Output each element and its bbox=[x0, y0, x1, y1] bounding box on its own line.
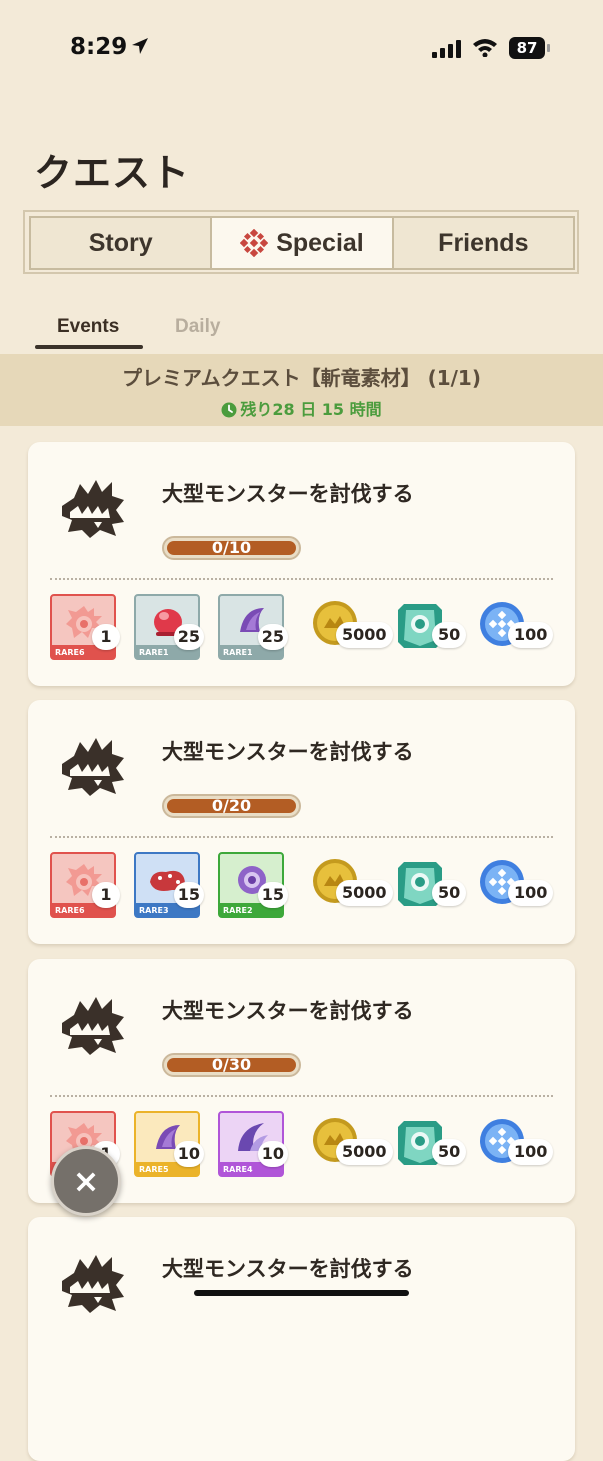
reward-count: 25 bbox=[257, 624, 288, 650]
rarity-label: RARE5 bbox=[139, 1165, 169, 1174]
quest-title: 大型モンスターを討伐する bbox=[162, 482, 414, 506]
reward-count: 1 bbox=[92, 882, 120, 908]
quest-progress-text: 0/10 bbox=[211, 538, 252, 557]
sub-tabs: Events Daily bbox=[0, 312, 603, 352]
resource-count: 50 bbox=[432, 622, 467, 648]
close-button[interactable]: × bbox=[51, 1146, 121, 1216]
subtab-daily[interactable]: Daily bbox=[175, 316, 220, 338]
cellular-signal-icon bbox=[432, 40, 461, 58]
wifi-icon bbox=[473, 39, 497, 57]
tab-story-label: Story bbox=[88, 228, 153, 257]
quest-progress-bar: 0/10 bbox=[162, 536, 301, 560]
tab-story[interactable]: Story bbox=[31, 218, 213, 268]
rarity-label: RARE1 bbox=[139, 648, 169, 657]
card-divider bbox=[50, 1095, 553, 1097]
rarity-label: RARE4 bbox=[223, 1165, 253, 1174]
rarity-label: RARE2 bbox=[223, 906, 253, 915]
resource-reward[interactable]: 50 bbox=[394, 600, 467, 656]
reward-count: 10 bbox=[257, 1141, 288, 1167]
battery-nub bbox=[547, 44, 550, 52]
resource-count: 100 bbox=[508, 1139, 554, 1165]
reward-count: 15 bbox=[173, 882, 204, 908]
banner-time-remaining: 残り28 日 15 時間 bbox=[0, 396, 603, 420]
reward-count: 25 bbox=[173, 624, 204, 650]
reward-item[interactable]: RARE6 1 bbox=[50, 594, 120, 660]
reward-count: 1 bbox=[92, 624, 120, 650]
status-bar: 8:29 87 bbox=[0, 0, 603, 96]
close-icon: × bbox=[72, 1162, 100, 1200]
reward-count: 15 bbox=[257, 882, 288, 908]
subtab-events[interactable]: Events bbox=[57, 316, 119, 338]
reward-item[interactable]: RARE3 15 bbox=[134, 852, 204, 918]
quest-progress-bar: 0/20 bbox=[162, 794, 301, 818]
resource-reward[interactable]: 50 bbox=[394, 858, 467, 914]
event-banner: プレミアムクエスト【斬竜素材】 (1/1) 残り28 日 15 時間 bbox=[0, 354, 603, 426]
resource-reward[interactable]: 5000 bbox=[312, 1117, 393, 1167]
main-tabs: Story Special Friends bbox=[29, 216, 575, 270]
resource-reward[interactable]: 100 bbox=[478, 600, 554, 652]
card-divider bbox=[50, 578, 553, 580]
battery-indicator: 87 bbox=[509, 37, 545, 59]
reward-count: 10 bbox=[173, 1141, 204, 1167]
reward-item[interactable]: RARE1 25 bbox=[134, 594, 204, 660]
card-divider bbox=[50, 836, 553, 838]
banner-time-text: 残り28 日 15 時間 bbox=[240, 400, 382, 419]
quest-progress-text: 0/20 bbox=[211, 796, 252, 815]
quest-card[interactable]: 大型モンスターを討伐する bbox=[28, 1217, 575, 1461]
tab-special[interactable]: Special bbox=[212, 218, 394, 268]
special-crest-icon bbox=[240, 229, 269, 257]
quest-title: 大型モンスターを討伐する bbox=[162, 1257, 414, 1281]
location-arrow-icon bbox=[132, 38, 148, 54]
resource-reward[interactable]: 5000 bbox=[312, 858, 393, 908]
monster-head-icon bbox=[62, 1255, 124, 1313]
resource-count: 100 bbox=[508, 880, 554, 906]
reward-item[interactable]: RARE2 15 bbox=[218, 852, 288, 918]
tab-friends[interactable]: Friends bbox=[394, 218, 573, 268]
monster-head-icon bbox=[62, 480, 124, 538]
resource-reward[interactable]: 50 bbox=[394, 1117, 467, 1173]
reward-item[interactable]: RARE5 10 bbox=[134, 1111, 204, 1177]
reward-item[interactable]: RARE4 10 bbox=[218, 1111, 288, 1177]
page-title: クエスト bbox=[34, 151, 191, 195]
clock-icon bbox=[221, 402, 237, 418]
subtab-active-underline bbox=[35, 345, 143, 349]
reward-item[interactable]: RARE1 25 bbox=[218, 594, 288, 660]
quest-progress-bar: 0/30 bbox=[162, 1053, 301, 1077]
quest-card[interactable]: 大型モンスターを討伐する 0/10 RARE6 1 RARE1 25 RARE1 25 5000… bbox=[28, 442, 575, 686]
quest-card[interactable]: 大型モンスターを討伐する 0/20 RARE6 1 RARE3 15 RARE2 15 5000… bbox=[28, 700, 575, 944]
rarity-label: RARE3 bbox=[139, 906, 169, 915]
resource-count: 100 bbox=[508, 622, 554, 648]
quest-progress-text: 0/30 bbox=[211, 1055, 252, 1074]
quest-title: 大型モンスターを討伐する bbox=[162, 740, 414, 764]
home-indicator bbox=[194, 1290, 409, 1296]
resource-reward[interactable]: 100 bbox=[478, 858, 554, 910]
tab-friends-label: Friends bbox=[438, 228, 529, 257]
resource-reward[interactable]: 100 bbox=[478, 1117, 554, 1169]
resource-reward[interactable]: 5000 bbox=[312, 600, 393, 650]
status-time: 8:29 bbox=[70, 34, 128, 60]
monster-head-icon bbox=[62, 738, 124, 796]
banner-title: プレミアムクエスト【斬竜素材】 (1/1) bbox=[122, 366, 481, 390]
quest-title: 大型モンスターを討伐する bbox=[162, 999, 414, 1023]
rarity-label: RARE6 bbox=[55, 648, 85, 657]
resource-count: 5000 bbox=[336, 880, 393, 906]
rarity-label: RARE6 bbox=[55, 906, 85, 915]
resource-count: 50 bbox=[432, 1139, 467, 1165]
rarity-label: RARE1 bbox=[223, 648, 253, 657]
resource-count: 50 bbox=[432, 880, 467, 906]
tab-special-label: Special bbox=[276, 228, 364, 257]
resource-count: 5000 bbox=[336, 622, 393, 648]
monster-head-icon bbox=[62, 997, 124, 1055]
reward-item[interactable]: RARE6 1 bbox=[50, 852, 120, 918]
resource-count: 5000 bbox=[336, 1139, 393, 1165]
